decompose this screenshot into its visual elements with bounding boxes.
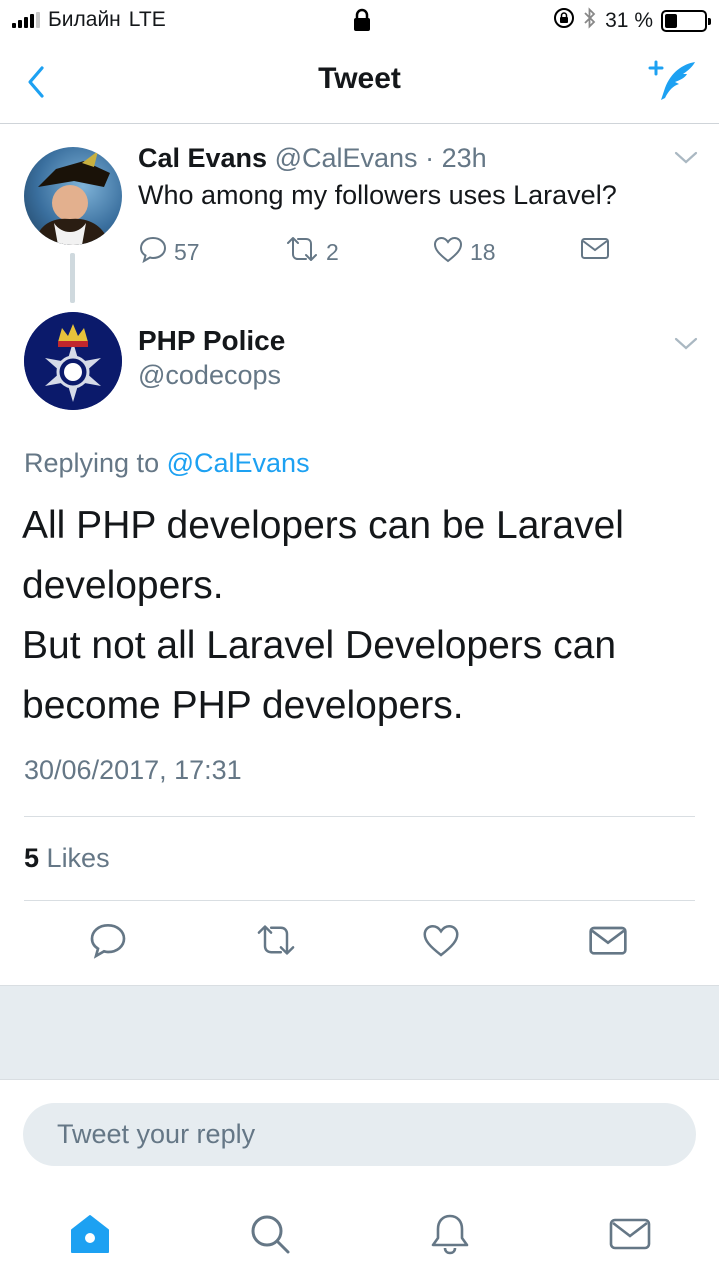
main-author-handle[interactable]: @codecops bbox=[138, 360, 281, 391]
avatar-cal-evans[interactable] bbox=[24, 147, 122, 245]
heart-icon[interactable] bbox=[421, 920, 461, 960]
bluetooth-icon bbox=[583, 7, 597, 35]
divider bbox=[24, 816, 695, 817]
reply-input[interactable] bbox=[23, 1103, 696, 1166]
reply-action[interactable]: 57 bbox=[138, 234, 200, 270]
main-author-name[interactable]: PHP Police bbox=[138, 325, 285, 357]
replying-to: Replying to @CalEvans bbox=[24, 448, 310, 479]
retweet-icon bbox=[284, 234, 320, 270]
main-tweet-text-line2: But not all Laravel Developers can becom… bbox=[22, 624, 617, 727]
parent-tweet-text: Who among my followers uses Laravel? bbox=[138, 180, 617, 210]
status-bar: Билайн LTE 31 % bbox=[0, 0, 719, 40]
signal-icon bbox=[12, 12, 40, 28]
reply-count: 57 bbox=[174, 238, 200, 265]
like-count: 18 bbox=[470, 238, 496, 265]
page-title: Tweet bbox=[318, 62, 401, 95]
separator-dot: · bbox=[425, 143, 435, 173]
network-label: LTE bbox=[128, 8, 166, 31]
carrier-label: Билайн bbox=[48, 8, 121, 31]
rotation-lock-icon bbox=[553, 7, 575, 35]
likes-label: Likes bbox=[46, 843, 110, 873]
battery-percent: 31 % bbox=[605, 9, 653, 32]
tab-bar bbox=[0, 1190, 719, 1280]
search-icon[interactable] bbox=[248, 1212, 292, 1256]
messages-icon[interactable] bbox=[608, 1212, 652, 1256]
heart-icon bbox=[432, 234, 464, 270]
chevron-down-icon[interactable] bbox=[673, 150, 699, 166]
replying-prefix: Replying to bbox=[24, 448, 160, 478]
notifications-icon[interactable] bbox=[428, 1212, 472, 1256]
parent-tweet-header: Cal Evans @CalEvans · 23h bbox=[138, 143, 487, 174]
divider bbox=[24, 900, 695, 901]
parent-author-handle[interactable]: @CalEvans bbox=[275, 143, 418, 173]
status-left: Билайн LTE bbox=[12, 8, 166, 32]
chevron-down-icon[interactable] bbox=[673, 336, 699, 352]
likes-count: 5 bbox=[24, 843, 40, 873]
reply-box[interactable] bbox=[23, 1103, 696, 1166]
thread-line bbox=[70, 253, 75, 303]
tweet-timestamp: 30/06/2017, 17:31 bbox=[24, 755, 242, 785]
parent-tweet-actions: 57 2 18 bbox=[138, 234, 618, 274]
retweet-icon[interactable] bbox=[254, 920, 295, 960]
gray-band bbox=[0, 985, 719, 1080]
compose-tweet-icon[interactable] bbox=[647, 58, 699, 106]
envelope-icon bbox=[580, 234, 610, 268]
battery-icon bbox=[661, 10, 711, 32]
envelope-icon[interactable] bbox=[588, 920, 628, 960]
message-action[interactable] bbox=[580, 234, 610, 268]
main-tweet-text-line1: All PHP developers can be Laravel develo… bbox=[22, 504, 624, 607]
retweet-action[interactable]: 2 bbox=[284, 234, 339, 270]
main-tweet-text: All PHP developers can be Laravel develo… bbox=[22, 496, 702, 736]
like-action[interactable]: 18 bbox=[432, 234, 496, 270]
retweet-count: 2 bbox=[326, 238, 339, 265]
status-right: 31 % bbox=[553, 7, 711, 35]
parent-tweet-time: 23h bbox=[441, 143, 487, 173]
parent-author-name[interactable]: Cal Evans bbox=[138, 143, 267, 173]
avatar-php-police[interactable] bbox=[24, 312, 122, 410]
home-icon[interactable] bbox=[68, 1212, 112, 1256]
replying-to-link[interactable]: @CalEvans bbox=[167, 448, 310, 478]
reply-icon bbox=[138, 234, 168, 270]
reply-icon[interactable] bbox=[88, 920, 128, 960]
lock-icon bbox=[352, 8, 372, 37]
likes-summary[interactable]: 5 Likes bbox=[24, 843, 110, 874]
nav-bar: Tweet bbox=[0, 40, 719, 124]
main-tweet-actions bbox=[0, 920, 719, 966]
